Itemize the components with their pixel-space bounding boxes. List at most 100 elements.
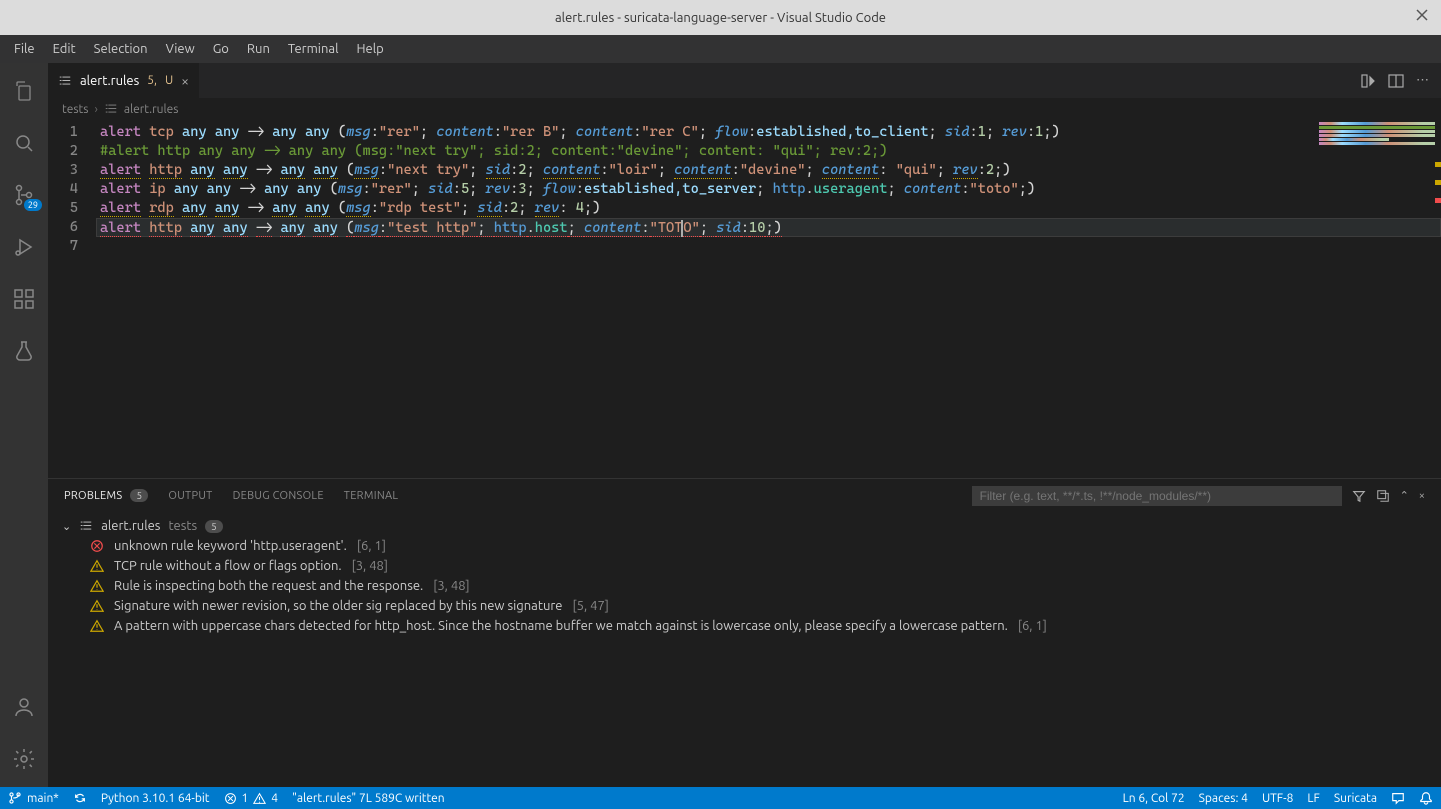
problems-folder: tests	[168, 519, 197, 533]
git-branch-icon	[8, 791, 22, 805]
code-line[interactable]: alert http any any -> any any (msg:"next…	[100, 161, 1441, 180]
list-icon	[104, 102, 118, 116]
breadcrumb-file[interactable]: alert.rules	[124, 103, 179, 116]
testing-icon[interactable]	[0, 331, 48, 371]
list-icon	[58, 74, 72, 88]
status-bar: main* Python 3.10.1 64-bit 1 4 "alert.ru…	[0, 787, 1441, 809]
split-editor-icon[interactable]	[1388, 73, 1404, 89]
breadcrumb[interactable]: tests › alert.rules	[48, 98, 1441, 120]
run-debug-icon[interactable]	[0, 227, 48, 267]
editor-tabs: alert.rules 5, U × ⋯	[48, 63, 1441, 98]
feedback-icon[interactable]	[1391, 791, 1405, 805]
tab-close-icon[interactable]: ×	[181, 73, 189, 89]
problems-file-row[interactable]: ⌄ alert.rules tests 5	[60, 516, 1429, 536]
problem-message: Signature with newer revision, so the ol…	[114, 599, 563, 613]
error-icon	[90, 539, 104, 553]
menu-run[interactable]: Run	[239, 39, 278, 59]
problem-row[interactable]: A pattern with uppercase chars detected …	[60, 616, 1429, 636]
problem-row[interactable]: Signature with newer revision, so the ol…	[60, 596, 1429, 616]
warning-icon	[90, 599, 104, 613]
tab-terminal[interactable]: TERMINAL	[344, 490, 399, 502]
status-encoding[interactable]: UTF-8	[1262, 792, 1293, 805]
problem-message: Rule is inspecting both the request and …	[114, 579, 423, 593]
status-spaces[interactable]: Spaces: 4	[1199, 792, 1248, 805]
status-sync[interactable]	[73, 791, 87, 805]
problem-row[interactable]: unknown rule keyword 'http.useragent'.[6…	[60, 536, 1429, 556]
chevron-down-icon: ⌄	[62, 520, 71, 533]
menu-go[interactable]: Go	[205, 39, 237, 59]
status-language[interactable]: Suricata	[1334, 792, 1377, 805]
sync-icon	[73, 791, 87, 805]
status-eol[interactable]: LF	[1307, 792, 1319, 805]
status-ln-col[interactable]: Ln 6, Col 72	[1123, 792, 1185, 805]
panel-tabs: PROBLEMS 5 OUTPUT DEBUG CONSOLE TERMINAL…	[48, 479, 1441, 512]
menu-help[interactable]: Help	[348, 39, 391, 59]
minimap[interactable]	[1319, 122, 1435, 136]
window-title: alert.rules - suricata-language-server -…	[555, 11, 886, 25]
warning-icon	[90, 619, 104, 633]
problem-location: [5, 47]	[573, 599, 609, 613]
tab-alert-rules[interactable]: alert.rules 5, U ×	[48, 63, 200, 98]
error-icon	[224, 792, 237, 805]
tab-problems[interactable]: PROBLEMS 5	[64, 489, 148, 502]
problems-file-count: 5	[205, 520, 223, 533]
tab-filename: alert.rules	[80, 74, 139, 88]
status-python[interactable]: Python 3.10.1 64-bit	[101, 792, 210, 805]
collapse-all-icon[interactable]	[1376, 489, 1390, 503]
status-branch[interactable]: main*	[8, 791, 59, 805]
scm-badge: 29	[24, 199, 42, 211]
status-diagnostics[interactable]: 1 4	[224, 792, 279, 805]
overview-ruler	[1433, 120, 1441, 478]
list-icon	[79, 519, 93, 533]
problems-count-badge: 5	[130, 489, 148, 502]
code-line[interactable]: alert ip any any -> any any (msg:"rer"; …	[100, 180, 1441, 199]
window-close-button[interactable]	[1415, 8, 1431, 24]
problem-location: [6, 1]	[1018, 619, 1047, 633]
more-actions-icon[interactable]: ⋯	[1416, 73, 1429, 88]
menu-edit[interactable]: Edit	[45, 39, 84, 59]
menu-bar: File Edit Selection View Go Run Terminal…	[0, 35, 1441, 63]
diff-icon[interactable]	[1360, 73, 1376, 89]
window-title-bar: alert.rules - suricata-language-server -…	[0, 0, 1441, 35]
menu-terminal[interactable]: Terminal	[280, 39, 347, 59]
code-content[interactable]: alert tcp any any -> any any (msg:"rer";…	[96, 120, 1441, 478]
bottom-panel: PROBLEMS 5 OUTPUT DEBUG CONSOLE TERMINAL…	[48, 478, 1441, 776]
explorer-icon[interactable]	[0, 71, 48, 111]
problem-location: [3, 48]	[433, 579, 469, 593]
code-line[interactable]	[100, 237, 1441, 256]
filter-icon[interactable]	[1352, 489, 1366, 503]
warning-icon	[90, 579, 104, 593]
menu-view[interactable]: View	[158, 39, 203, 59]
problem-message: A pattern with uppercase chars detected …	[114, 619, 1008, 633]
menu-file[interactable]: File	[6, 39, 43, 59]
source-control-icon[interactable]: 29	[0, 175, 48, 215]
tab-debug-console[interactable]: DEBUG CONSOLE	[233, 490, 324, 502]
settings-gear-icon[interactable]	[0, 739, 48, 779]
problems-list: ⌄ alert.rules tests 5 unknown rule keywo…	[48, 512, 1441, 776]
code-editor[interactable]: 1234567 alert tcp any any -> any any (ms…	[48, 120, 1441, 478]
status-message: "alert.rules" 7L 589C written	[292, 792, 445, 805]
code-line[interactable]: #alert http any any -> any any (msg:"nex…	[100, 142, 1441, 161]
problem-location: [6, 1]	[357, 539, 386, 553]
menu-selection[interactable]: Selection	[86, 39, 156, 59]
panel-close-icon[interactable]: ×	[1419, 490, 1425, 502]
extensions-icon[interactable]	[0, 279, 48, 319]
search-icon[interactable]	[0, 123, 48, 163]
line-gutter: 1234567	[48, 120, 96, 478]
bell-icon[interactable]	[1419, 791, 1433, 805]
breadcrumb-folder[interactable]: tests	[62, 103, 88, 116]
warning-icon	[253, 792, 266, 805]
code-line[interactable]: alert rdp any any -> any any (msg:"rdp t…	[100, 199, 1441, 218]
activity-bar: 29	[0, 63, 48, 787]
code-line[interactable]: alert http any any -> any any (msg:"test…	[96, 218, 1441, 237]
problem-row[interactable]: TCP rule without a flow or flags option.…	[60, 556, 1429, 576]
tab-output[interactable]: OUTPUT	[168, 490, 212, 502]
problem-location: [3, 48]	[352, 559, 388, 573]
problem-message: TCP rule without a flow or flags option.	[114, 559, 342, 573]
problems-filter-input[interactable]	[972, 486, 1342, 506]
chevron-up-icon[interactable]: ⌃	[1400, 489, 1409, 502]
code-line[interactable]: alert tcp any any -> any any (msg:"rer";…	[100, 123, 1441, 142]
problem-row[interactable]: Rule is inspecting both the request and …	[60, 576, 1429, 596]
accounts-icon[interactable]	[0, 687, 48, 727]
tab-git-status: U	[165, 74, 173, 87]
